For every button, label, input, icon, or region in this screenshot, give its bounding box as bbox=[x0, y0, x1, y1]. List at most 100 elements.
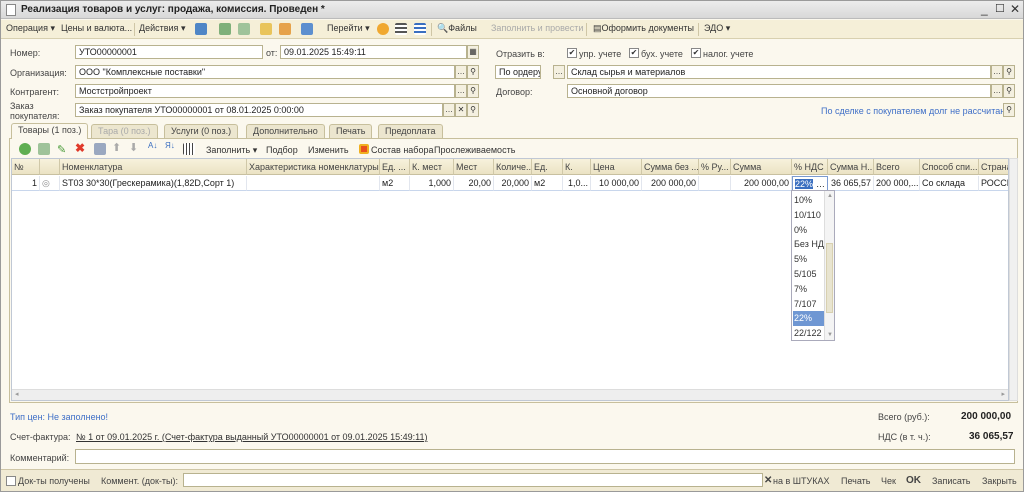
cell-manual-discount[interactable] bbox=[699, 176, 731, 191]
column-header-item-name[interactable]: Номенклатура bbox=[60, 159, 247, 175]
contract-search-icon[interactable]: ⚲ bbox=[1003, 84, 1015, 98]
move-up-icon[interactable]: ⬆ bbox=[112, 141, 124, 154]
order-search-icon[interactable]: ⚲ bbox=[467, 103, 479, 117]
docs-received-checkbox[interactable] bbox=[6, 476, 16, 486]
cell-places[interactable]: 20,00 bbox=[454, 176, 494, 191]
tab-additional[interactable]: Дополнительно bbox=[246, 124, 325, 138]
copy-row-icon[interactable] bbox=[38, 143, 50, 155]
close-button[interactable]: Закрыть bbox=[982, 476, 1017, 486]
move-down-icon[interactable]: ⬇ bbox=[129, 141, 141, 154]
clear-icon[interactable]: ✕ bbox=[764, 475, 772, 486]
pieces-button[interactable]: на в ШТУКАХ bbox=[773, 476, 829, 486]
column-header-price[interactable]: Цена bbox=[591, 159, 642, 175]
settings-list-icon[interactable] bbox=[414, 23, 426, 35]
cell-country[interactable]: РОССИ bbox=[979, 176, 1008, 191]
tab-prepayment[interactable]: Предоплата bbox=[378, 124, 443, 138]
contractor-search-icon[interactable]: ⚲ bbox=[467, 84, 479, 98]
price-type-link[interactable]: Тип цен: Не заполнено! bbox=[10, 412, 108, 422]
vat-option[interactable]: 10% bbox=[793, 193, 824, 208]
tab-containers[interactable]: Тара (0 поз.) bbox=[91, 124, 158, 138]
vat-option[interactable]: 22% bbox=[793, 311, 824, 327]
vat-option[interactable]: 7/107 bbox=[793, 297, 824, 312]
operation-menu[interactable]: Операция ▾ bbox=[6, 23, 55, 34]
vertical-scrollbar[interactable] bbox=[1009, 158, 1018, 401]
files-button[interactable]: 🔍Файлы bbox=[437, 23, 477, 34]
number-field[interactable]: УТО00000001 bbox=[75, 45, 263, 59]
calendar-icon[interactable]: ▦ bbox=[467, 45, 479, 59]
cell-places-coef[interactable]: 1,000 bbox=[410, 176, 454, 191]
fill-post-button[interactable]: Заполнить и провести bbox=[491, 23, 583, 33]
column-header-item-icon[interactable] bbox=[40, 159, 60, 175]
column-header-unit[interactable]: Ед. ... bbox=[380, 159, 410, 175]
horizontal-scrollbar[interactable]: ◂ ▸ bbox=[12, 389, 1008, 400]
contractor-select-button[interactable]: … bbox=[455, 84, 467, 98]
cell-item-characteristic[interactable] bbox=[247, 176, 380, 191]
item-icon[interactable]: ◎ bbox=[40, 176, 60, 191]
send-icon[interactable] bbox=[301, 23, 313, 35]
select-button[interactable]: Подбор bbox=[266, 145, 298, 155]
column-header-item-characteristic[interactable]: Характеристика номенклатуры bbox=[247, 159, 380, 175]
prices-button[interactable]: Цены и валюта... bbox=[61, 23, 132, 33]
vat-option[interactable]: 7% bbox=[793, 282, 824, 297]
cell-sum-without-discount[interactable]: 200 000,00 bbox=[642, 176, 699, 191]
column-header-sum-without-discount[interactable]: Сумма без ... bbox=[642, 159, 699, 175]
vat-rate-value[interactable]: 22% bbox=[795, 179, 814, 189]
print-button[interactable]: Печать bbox=[841, 476, 870, 486]
receipt-button[interactable]: Чек bbox=[881, 476, 896, 486]
refresh-icon[interactable] bbox=[219, 23, 231, 35]
tab-print[interactable]: Печать bbox=[329, 124, 373, 138]
cell-total[interactable]: 200 000,... bbox=[874, 176, 920, 191]
cell-unit2[interactable]: м2 bbox=[532, 176, 563, 191]
change-button[interactable]: Изменить bbox=[308, 145, 349, 155]
post-icon[interactable] bbox=[195, 23, 207, 35]
by-order-select-button[interactable]: … bbox=[553, 65, 565, 79]
cell-row-number[interactable]: 1 bbox=[12, 176, 40, 191]
fill-menu[interactable]: Заполнить ▾ bbox=[206, 145, 257, 156]
column-header-row-number[interactable]: № bbox=[12, 159, 40, 175]
column-header-writeoff-method[interactable]: Способ спи... bbox=[920, 159, 979, 175]
dropdown-scrollbar[interactable]: ▲ ▼ bbox=[824, 191, 834, 340]
org-search-icon[interactable]: ⚲ bbox=[467, 65, 479, 79]
vat-option[interactable]: 10/110 bbox=[793, 208, 824, 223]
close-icon[interactable]: ✕ bbox=[1010, 2, 1020, 16]
add-icon[interactable] bbox=[19, 143, 31, 155]
debt-search-icon[interactable]: ⚲ bbox=[1003, 103, 1015, 117]
cell-vat-rate[interactable]: 22% … bbox=[792, 176, 828, 191]
cell-coefficient[interactable]: 1,0... bbox=[563, 176, 591, 191]
comment-field[interactable] bbox=[75, 449, 1015, 464]
cell-writeoff-method[interactable]: Со склада bbox=[920, 176, 979, 191]
save-button[interactable]: Записать bbox=[932, 476, 970, 486]
warehouse-field[interactable]: Склад сырья и материалов bbox=[567, 65, 991, 79]
help-icon[interactable] bbox=[377, 23, 389, 35]
cell-price[interactable]: 10 000,00 bbox=[591, 176, 642, 191]
structure-icon[interactable] bbox=[279, 23, 291, 35]
column-header-coefficient[interactable]: К. bbox=[563, 159, 591, 175]
contract-select-button[interactable]: … bbox=[991, 84, 1003, 98]
column-header-places-coef[interactable]: К. мест bbox=[410, 159, 454, 175]
order-select-button[interactable]: … bbox=[443, 103, 455, 117]
actions-menu[interactable]: Действия ▾ bbox=[139, 23, 185, 34]
org-select-button[interactable]: … bbox=[455, 65, 467, 79]
column-header-total[interactable]: Всего bbox=[874, 159, 920, 175]
barcode-icon[interactable] bbox=[183, 143, 195, 155]
bookkeeping-checkbox[interactable]: ✔ bbox=[629, 48, 639, 58]
column-header-unit2[interactable]: Ед. bbox=[532, 159, 563, 175]
contractor-field[interactable]: Мостстройпроект bbox=[75, 84, 455, 98]
make-docs-button[interactable]: ▤Оформить документы bbox=[593, 23, 694, 34]
warehouse-search-icon[interactable]: ⚲ bbox=[1003, 65, 1015, 79]
sort-asc-icon[interactable]: A↓ bbox=[148, 141, 160, 153]
order-field[interactable]: Заказ покупателя УТО00000001 от 08.01.20… bbox=[75, 103, 443, 117]
edo-menu[interactable]: ЭДО ▾ bbox=[704, 23, 730, 34]
tax-accounting-checkbox[interactable]: ✔ bbox=[691, 48, 701, 58]
org-field[interactable]: ООО "Комплексные поставки" bbox=[75, 65, 455, 79]
vat-option[interactable]: 5% bbox=[793, 252, 824, 267]
delete-icon[interactable]: ✖ bbox=[75, 141, 87, 155]
end-edit-icon[interactable] bbox=[94, 143, 106, 155]
column-header-places[interactable]: Мест bbox=[454, 159, 494, 175]
cell-vat-sum[interactable]: 36 065,57 bbox=[828, 176, 874, 191]
doc-comment-field[interactable] bbox=[183, 473, 763, 487]
edit-icon[interactable]: ✎ bbox=[57, 143, 69, 156]
minimize-icon[interactable]: _ bbox=[981, 2, 988, 16]
list-icon[interactable] bbox=[395, 23, 407, 35]
cell-quantity[interactable]: 20,000 bbox=[494, 176, 532, 191]
